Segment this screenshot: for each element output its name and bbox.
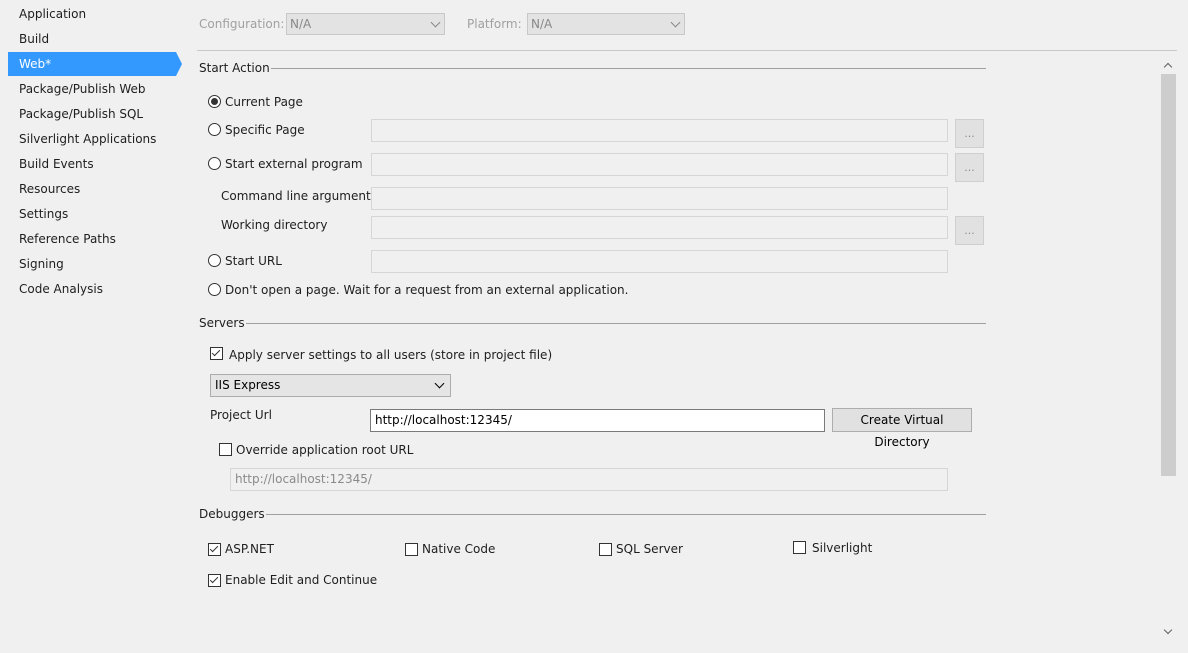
sidebar-item-application[interactable]: Application: [8, 2, 176, 26]
servers-title: Servers: [199, 316, 245, 330]
start-action-divider: [271, 68, 986, 69]
sidebar-item-code-analysis[interactable]: Code Analysis: [8, 277, 176, 301]
server-type-value: IIS Express: [215, 378, 281, 392]
sql-server-checkbox[interactable]: [599, 543, 612, 556]
working-directory-input[interactable]: [371, 216, 948, 239]
debuggers-title: Debuggers: [199, 507, 265, 521]
create-virtual-directory-button[interactable]: Create Virtual Directory: [832, 408, 972, 449]
specific-page-browse-button[interactable]: ...: [955, 119, 984, 148]
start-action-title: Start Action: [199, 61, 270, 75]
aspnet-checkbox[interactable]: [208, 543, 221, 556]
current-page-label[interactable]: Current Page: [225, 95, 303, 109]
silverlight-checkbox[interactable]: [793, 541, 806, 554]
start-url-label[interactable]: Start URL: [225, 254, 282, 268]
sidebar-item-silverlight-applications[interactable]: Silverlight Applications: [8, 127, 176, 151]
edit-and-continue-label[interactable]: Enable Edit and Continue: [225, 573, 377, 587]
external-program-input[interactable]: [371, 153, 948, 176]
dont-open-page-label[interactable]: Don't open a page. Wait for a request fr…: [225, 283, 628, 297]
active-item-arrow: [176, 52, 182, 76]
override-root-url-input[interactable]: http://localhost:12345/: [230, 468, 948, 491]
debuggers-divider: [266, 514, 986, 515]
specific-page-input[interactable]: [371, 119, 948, 142]
current-page-radio[interactable]: [208, 95, 221, 108]
scrollbar-thumb[interactable]: [1161, 74, 1176, 476]
aspnet-label[interactable]: ASP.NET: [225, 542, 274, 556]
edit-and-continue-checkbox[interactable]: [208, 574, 221, 587]
sql-server-label[interactable]: SQL Server: [616, 542, 683, 556]
platform-label: Platform:: [467, 17, 522, 31]
external-program-browse-button[interactable]: ...: [955, 153, 984, 182]
silverlight-label[interactable]: Silverlight: [812, 541, 872, 555]
apply-server-settings-label[interactable]: Apply server settings to all users (stor…: [229, 348, 552, 362]
platform-select[interactable]: N/A: [527, 13, 685, 35]
project-url-input[interactable]: http://localhost:12345/: [370, 409, 825, 432]
configuration-label: Configuration:: [199, 17, 285, 31]
chevron-down-icon: [430, 17, 441, 28]
start-url-input[interactable]: [371, 250, 948, 273]
command-line-arguments-label: Command line arguments: [221, 189, 377, 203]
sidebar-item-resources[interactable]: Resources: [8, 177, 176, 201]
start-url-radio[interactable]: [208, 254, 221, 267]
native-code-checkbox[interactable]: [405, 543, 418, 556]
working-directory-browse-button[interactable]: ...: [955, 216, 984, 245]
chevron-down-icon: [434, 378, 445, 389]
servers-divider: [246, 323, 986, 324]
project-url-label: Project Url: [210, 408, 272, 422]
specific-page-radio[interactable]: [208, 123, 221, 136]
sidebar-item-settings[interactable]: Settings: [8, 202, 176, 226]
sidebar-item-signing[interactable]: Signing: [8, 252, 176, 276]
sidebar-item-package-publish-sql[interactable]: Package/Publish SQL: [8, 102, 176, 126]
dont-open-page-radio[interactable]: [208, 283, 221, 296]
apply-server-settings-checkbox[interactable]: [210, 347, 223, 360]
sidebar-item-build[interactable]: Build: [8, 27, 176, 51]
sidebar-item-package-publish-web[interactable]: Package/Publish Web: [8, 77, 176, 101]
start-external-program-radio[interactable]: [208, 157, 221, 170]
override-root-url-checkbox[interactable]: [219, 443, 232, 456]
chevron-down-icon: [670, 17, 681, 28]
command-line-arguments-input[interactable]: [371, 187, 948, 210]
top-divider: [197, 50, 1177, 51]
sidebar-item-web[interactable]: Web*: [8, 52, 176, 76]
working-directory-label: Working directory: [221, 218, 328, 232]
configuration-value: N/A: [290, 17, 312, 31]
configuration-select[interactable]: N/A: [286, 13, 445, 35]
override-root-url-label[interactable]: Override application root URL: [236, 443, 413, 457]
sidebar-item-build-events[interactable]: Build Events: [8, 152, 176, 176]
platform-value: N/A: [531, 17, 553, 31]
start-external-program-label[interactable]: Start external program: [225, 157, 363, 171]
sidebar-item-reference-paths[interactable]: Reference Paths: [8, 227, 176, 251]
server-type-select[interactable]: IIS Express: [210, 374, 451, 397]
native-code-label[interactable]: Native Code: [422, 542, 495, 556]
specific-page-label[interactable]: Specific Page: [225, 123, 305, 137]
